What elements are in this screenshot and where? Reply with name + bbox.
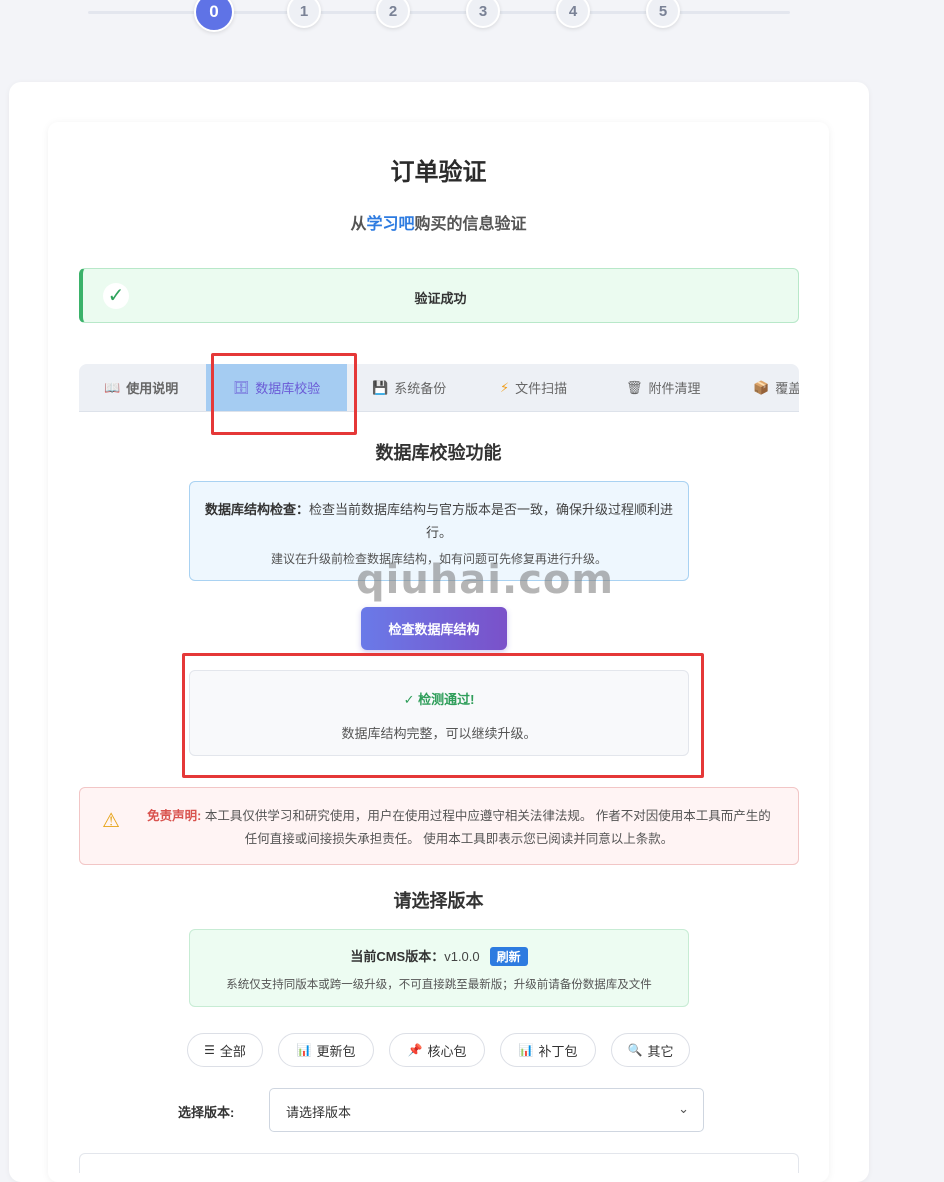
bar-chart-icon: 📊	[296, 1043, 312, 1057]
progress-stepper: 0 1 2 3 4 5	[88, 0, 790, 34]
tab-label: 使用说明	[126, 381, 179, 396]
verify-success-text: 验证成功	[414, 291, 467, 306]
tab-label: 附件清理	[648, 381, 701, 396]
disclaimer-text: 免责声明: 本工具仅供学习和研究使用，用户在使用过程中应遵守相关法律法规。 作者…	[142, 805, 776, 851]
tool-tabs: 📖 使用说明 🗄 数据库校验 💾 系统备份 ⚡ 文件扫描 🗑 附件清理 📦 覆盖	[79, 364, 799, 412]
floppy-icon: 💾	[372, 379, 389, 395]
version-section-title: 请选择版本	[393, 891, 484, 911]
step-3[interactable]: 3	[466, 0, 500, 28]
lightning-icon: ⚡	[500, 379, 510, 395]
highlight-frame	[182, 653, 704, 778]
pin-icon: 📌	[407, 1043, 423, 1057]
filter-label: 更新包	[316, 1043, 356, 1059]
filter-other[interactable]: 🔍 其它	[611, 1033, 690, 1067]
page-subtitle: 从学习吧购买的信息验证	[48, 210, 829, 234]
step-1[interactable]: 1	[287, 0, 321, 28]
version-select-label: 选择版本:	[178, 1105, 235, 1120]
db-check-description: 数据库结构检查：检查当前数据库结构与官方版本是否一致，确保升级过程顺利进行。	[204, 498, 674, 544]
step-5[interactable]: 5	[646, 0, 680, 28]
db-check-title: 数据库校验功能	[375, 443, 502, 463]
filter-label: 核心包	[427, 1043, 467, 1059]
tab-overwrite[interactable]: 📦 覆盖	[753, 364, 799, 411]
db-check-info-label: 数据库结构检查：	[204, 502, 309, 517]
tab-label: 系统备份	[394, 381, 447, 396]
version-note: 系统仅支持同版本或跨一级升级，不可直接跳至最新版；升级前请备份数据库及文件	[226, 979, 652, 991]
book-icon: 📖	[104, 379, 121, 395]
search-icon: 🔍	[627, 1043, 643, 1057]
version-select-value: 请选择版本	[286, 1105, 352, 1120]
verify-success-alert: ✓ 验证成功	[79, 268, 799, 323]
refresh-button[interactable]: 刷新	[489, 947, 528, 966]
step-0[interactable]: 0	[194, 0, 234, 32]
menu-icon: ☰	[204, 1043, 215, 1057]
version-list-panel	[79, 1153, 799, 1173]
step-4[interactable]: 4	[556, 0, 590, 28]
watermark: qiuhai.com	[356, 557, 615, 603]
bar-chart-icon: 📊	[518, 1043, 534, 1057]
subtitle-suffix: 购买的信息验证	[414, 216, 527, 233]
version-select[interactable]: 请选择版本 ⌄	[269, 1088, 704, 1132]
step-2[interactable]: 2	[376, 0, 410, 28]
filter-core-package[interactable]: 📌 核心包	[389, 1033, 485, 1067]
warning-icon: ⚠	[102, 810, 120, 832]
disclaimer-body: 本工具仅供学习和研究使用，用户在使用过程中应遵守相关法律法规。 作者不对因使用本…	[204, 809, 771, 846]
current-version-label: 当前CMS版本：	[350, 949, 445, 964]
filter-label: 其它	[647, 1043, 674, 1059]
filter-label: 全部	[219, 1043, 246, 1059]
tab-label: 文件扫描	[515, 381, 568, 396]
tab-usage[interactable]: 📖 使用说明	[104, 364, 178, 411]
tab-backup[interactable]: 💾 系统备份	[372, 364, 446, 411]
chevron-down-icon: ⌄	[678, 1101, 689, 1116]
current-version-value: v1.0.0	[444, 949, 480, 964]
current-version-row: 当前CMS版本：v1.0.0 刷新	[190, 946, 688, 966]
tab-file-scan[interactable]: ⚡ 文件扫描	[500, 364, 567, 411]
filter-update-package[interactable]: 📊 更新包	[278, 1033, 374, 1067]
db-check-info-text: 检查当前数据库结构与官方版本是否一致，确保升级过程顺利进行。	[309, 502, 674, 540]
trash-icon: 🗑	[626, 379, 643, 395]
tab-label: 覆盖	[775, 381, 799, 396]
tab-attachment-clean[interactable]: 🗑 附件清理	[626, 364, 701, 411]
disclaimer-label: 免责声明:	[147, 809, 202, 823]
page-title: 订单验证	[390, 159, 487, 186]
check-db-structure-button[interactable]: 检查数据库结构	[361, 607, 507, 650]
current-version-box: 当前CMS版本：v1.0.0 刷新 系统仅支持同版本或跨一级升级，不可直接跳至最新…	[189, 929, 689, 1007]
subtitle-highlight: 学习吧	[366, 216, 415, 233]
disclaimer-box: ⚠ 免责声明: 本工具仅供学习和研究使用，用户在使用过程中应遵守相关法律法规。 …	[79, 787, 799, 865]
filter-patch-package[interactable]: 📊 补丁包	[500, 1033, 596, 1067]
subtitle-prefix: 从	[350, 216, 367, 233]
filter-all[interactable]: ☰ 全部	[187, 1033, 263, 1067]
highlight-frame	[211, 353, 357, 435]
package-icon: 📦	[753, 379, 770, 395]
filter-label: 补丁包	[538, 1043, 578, 1059]
